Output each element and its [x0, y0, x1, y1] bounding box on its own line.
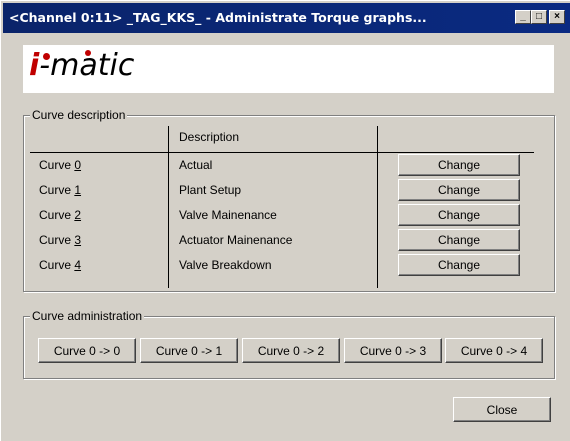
grid-divider: [168, 126, 169, 288]
window-title: <Channel 0:11> _TAG_KKS_ - Administrate …: [9, 10, 427, 25]
dialog-window: <Channel 0:11> _TAG_KKS_ - Administrate …: [0, 0, 570, 441]
curve-description: Actuator Mainenance: [179, 233, 293, 247]
copy-curve-0-to-2-button[interactable]: Curve 0 -> 2: [242, 338, 340, 363]
copy-curve-0-to-0-button[interactable]: Curve 0 -> 0: [38, 338, 136, 363]
close-window-button[interactable]: ×: [549, 10, 565, 24]
title-bar[interactable]: <Channel 0:11> _TAG_KKS_ - Administrate …: [3, 3, 570, 33]
copy-curve-0-to-3-button[interactable]: Curve 0 -> 3: [344, 338, 442, 363]
curve-administration-group: Curve administration Curve 0 -> 0 Curve …: [23, 309, 555, 379]
curve-administration-legend: Curve administration: [30, 309, 145, 323]
grid-header-line: [30, 152, 534, 153]
change-curve-2-button[interactable]: Change: [398, 204, 520, 226]
curve-description: Actual: [179, 158, 213, 172]
curve-label: Curve 0: [39, 158, 82, 172]
close-button[interactable]: Close: [453, 397, 551, 422]
change-curve-4-button[interactable]: Change: [398, 254, 520, 276]
curve-label: Curve 2: [39, 208, 82, 222]
logo-panel: i-matic: [23, 45, 554, 93]
curve-description: Valve Breakdown: [179, 258, 272, 272]
minimize-icon: _: [520, 11, 526, 22]
logo-dot-icon: [85, 50, 91, 56]
curve-label: Curve 1: [39, 183, 82, 197]
curve-description: Plant Setup: [179, 183, 242, 197]
curve-label: Curve 4: [39, 258, 82, 272]
description-column-header: Description: [179, 130, 240, 144]
logo-dot-icon: [43, 53, 50, 60]
change-curve-1-button[interactable]: Change: [398, 179, 520, 201]
curve-description: Valve Mainenance: [179, 208, 277, 222]
curve-description-group: Curve description Description Curve 0 Ac…: [23, 108, 555, 292]
grid-divider: [377, 126, 378, 288]
change-curve-3-button[interactable]: Change: [398, 229, 520, 251]
maximize-button[interactable]: □: [531, 10, 547, 24]
maximize-icon: □: [535, 11, 543, 22]
change-curve-0-button[interactable]: Change: [398, 154, 520, 176]
close-icon: ×: [554, 11, 560, 22]
minimize-button[interactable]: _: [515, 10, 531, 24]
copy-curve-0-to-1-button[interactable]: Curve 0 -> 1: [140, 338, 238, 363]
logo-i: i: [29, 48, 40, 83]
curve-label: Curve 3: [39, 233, 82, 247]
curve-description-legend: Curve description: [30, 108, 128, 122]
copy-curve-0-to-4-button[interactable]: Curve 0 -> 4: [445, 338, 543, 363]
